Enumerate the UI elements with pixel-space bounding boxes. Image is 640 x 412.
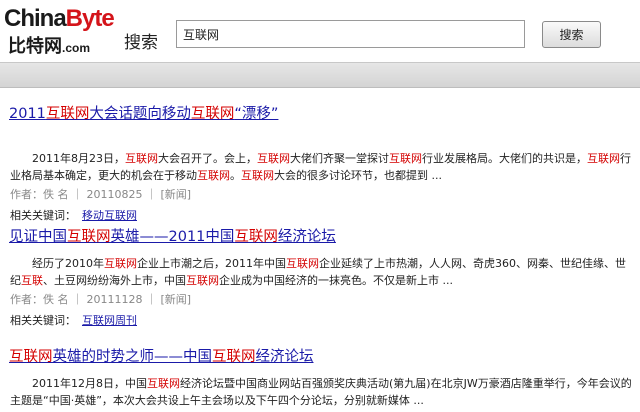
highlight-keyword: 互联网 [9,349,53,365]
text-segment: 见证中国 [9,229,67,245]
text-segment: 大会的很多讨论环节，也都提到 ... [274,169,442,182]
result-meta: 作者：佚 名 ｜ 20111128 ｜ [新闻] [10,293,192,306]
text-segment: 2011年8月23日， [10,152,125,165]
logo-text-byte: Byte [65,5,115,32]
text-segment: 、土豆网纷纷海外上市，中国 [43,274,186,287]
keyword-link[interactable]: 移动互联网 [82,209,137,222]
highlight-keyword: 互联网 [234,229,278,245]
text-segment: 行业发展格局。大佬们的共识是， [422,152,587,165]
highlight-keyword: 互联网 [67,229,111,245]
keyword-link[interactable]: 互联网周刊 [82,314,137,327]
highlight-keyword: 互联网 [186,274,219,287]
text-segment: 。 [230,169,241,182]
text-segment: 经济论坛 [255,349,314,365]
text-segment: 2011 [9,106,46,122]
result-snippet: 2011年8月23日，互联网大会召开了。会上，互联网大佬们齐聚一堂探讨互联网行业… [10,150,635,184]
result-keywords: 相关关键词： 互联网周刊 [10,312,137,328]
result-snippet: 经历了2010年互联网企业上市潮之后，2011年中国互联网企业延续了上市热潮，人… [10,255,635,289]
logo-subline: 比特网.com [8,32,90,58]
keywords-label: 相关关键词： [10,209,76,222]
text-segment: 大会话题向移动 [89,106,191,122]
text-segment: 2011年12月8日，中国 [10,377,147,390]
results-toolbar [0,62,640,88]
text-segment: 经济论坛 [277,229,336,245]
chinabyte-logo[interactable]: ChinaByte 比特网.com [4,5,122,58]
highlight-keyword: 互联网 [147,377,180,390]
highlight-keyword: 互联网 [587,152,620,165]
text-segment: 大佬们齐聚一堂探讨 [290,152,389,165]
highlight-keyword: 互联 [21,274,43,287]
result-title-link[interactable]: 见证中国互联网英雄——2011中国互联网经济论坛 [9,228,336,246]
highlight-keyword: 互联网 [104,257,137,270]
highlight-keyword: 互联网 [45,106,90,122]
keywords-label: 相关关键词： [10,314,76,327]
highlight-keyword: 互联网 [286,257,319,270]
result-meta: 作者：佚 名 ｜ 20110825 ｜ [新闻] [10,188,192,201]
text-segment: 经历了2010年 [10,257,104,270]
logo-text-cn: 比特网 [8,36,62,57]
highlight-keyword: 互联网 [257,152,290,165]
highlight-keyword: 互联网 [389,152,422,165]
text-segment: 英雄——2011中国 [110,229,235,245]
highlight-keyword: 互联网 [190,106,235,122]
header: ChinaByte 比特网.com 搜索 搜索 [0,0,640,62]
search-input[interactable] [176,20,525,48]
highlight-keyword: 互联网 [125,152,158,165]
text-segment: 企业成为中国经济的一抹亮色。不仅是新上市 ... [219,274,453,287]
text-segment: 企业上市潮之后，2011年中国 [137,257,286,270]
logo-text-com: .com [62,41,91,55]
search-button[interactable]: 搜索 [542,21,601,48]
text-segment: 英雄的时势之师——中国 [52,349,213,365]
result-keywords: 相关关键词： 移动互联网 [10,207,137,223]
text-segment: “漂移” [234,106,279,122]
logo-wordmark: ChinaByte [4,5,115,32]
result-snippet: 2011年12月8日，中国互联网经济论坛暨中国商业网站百强颁奖庆典活动(第九届)… [10,375,635,409]
logo-text-china: China [4,5,67,32]
search-label: 搜索 [124,33,158,53]
highlight-keyword: 互联网 [241,169,274,182]
text-segment: 大会召开了。会上， [158,152,257,165]
result-title-link[interactable]: 互联网英雄的时势之师——中国互联网经济论坛 [9,348,314,366]
result-title-link[interactable]: 2011互联网大会话题向移动互联网“漂移” [9,105,278,123]
highlight-keyword: 互联网 [212,349,256,365]
highlight-keyword: 互联网 [197,169,230,182]
